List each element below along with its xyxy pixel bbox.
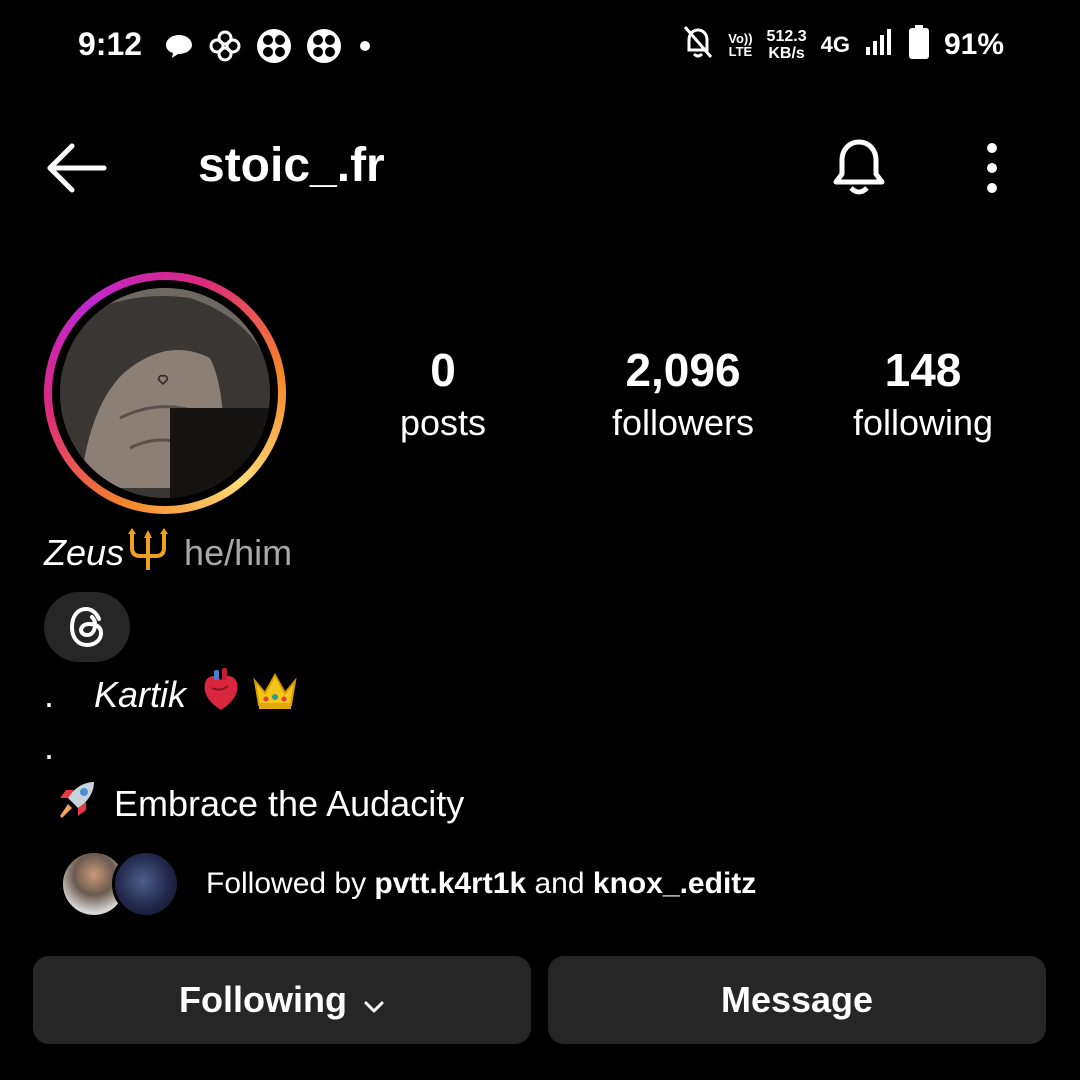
net-speed-unit: KB/s [768, 44, 805, 62]
trident-icon [126, 528, 170, 577]
clover-icon [256, 28, 292, 69]
bio-name-row: Zeus he/him [44, 528, 292, 577]
followed-by-row[interactable]: Followed by pvtt.k4rt1k and knox_.editz [60, 850, 756, 918]
mutual-avatars [60, 850, 180, 918]
following-count: 148 [884, 344, 962, 396]
mutual-user-1: pvtt.k4rt1k [374, 867, 527, 900]
bio-dot: . [44, 673, 55, 715]
bio-dot-line: . [44, 726, 55, 767]
following-stat[interactable]: 148 following [823, 342, 1023, 448]
followed-by-conj: and [526, 867, 593, 900]
flower-icon [208, 29, 242, 68]
threads-icon [69, 606, 104, 648]
profile-header: stoic_.fr [0, 120, 1080, 216]
back-arrow-icon [47, 143, 107, 193]
avatar-border [52, 280, 278, 506]
back-button[interactable] [44, 138, 110, 198]
battery-percent: 91% [943, 27, 1004, 61]
followers-label: followers [611, 402, 755, 443]
chevron-down-icon [363, 981, 385, 1023]
bell-off-icon [682, 24, 714, 65]
posts-stat[interactable]: 0 posts [343, 342, 543, 448]
signal-icon [864, 27, 894, 62]
crown-icon [252, 669, 298, 720]
status-left-icons [164, 28, 374, 69]
avatar-photo [60, 288, 270, 498]
display-name: Zeus [44, 531, 125, 573]
status-time: 9:12 [78, 26, 143, 62]
anatomical-heart-icon [200, 668, 242, 721]
notifications-button[interactable] [828, 134, 890, 200]
following-button[interactable]: Following [33, 956, 531, 1044]
volte-top: Vo)) [728, 30, 753, 46]
message-button-label: Message [720, 979, 874, 1020]
chat-bubble-icon [164, 31, 194, 66]
more-vertical-icon [987, 143, 997, 193]
notification-dot-icon [356, 37, 374, 60]
bio-line-3: Embrace the Audacity [54, 776, 464, 831]
volte-indicator: Vo)) LTE [728, 32, 752, 58]
threads-link-button[interactable] [44, 592, 130, 662]
posts-label: posts [399, 402, 487, 443]
rocket-icon [54, 776, 100, 831]
profile-username: stoic_.fr [198, 139, 385, 192]
followed-by-prefix: Followed by [206, 867, 375, 900]
mutual-user-2: knox_.editz [592, 867, 757, 900]
network-type: 4G [820, 31, 850, 57]
bio-tagline: Embrace the Audacity [114, 782, 465, 824]
bio-line-1: . Kartik [44, 668, 298, 721]
more-options-button[interactable] [972, 138, 1012, 198]
volte-bottom: LTE [728, 43, 753, 59]
profile-avatar[interactable] [44, 272, 286, 514]
bio-kartik: Kartik [94, 673, 187, 715]
pronouns: he/him [184, 531, 293, 573]
followed-by-text: Followed by pvtt.k4rt1k and knox_.editz [206, 867, 756, 901]
message-button[interactable]: Message [548, 956, 1046, 1044]
following-button-label: Following [179, 979, 347, 1020]
status-right: Vo)) LTE 512.3 KB/s 4G 91% [682, 24, 1004, 65]
battery-icon [908, 24, 930, 65]
net-speed-value: 512.3 [766, 27, 807, 45]
net-speed: 512.3 KB/s [767, 28, 807, 62]
clover-icon [306, 28, 342, 69]
following-label: following [852, 402, 994, 443]
avatar [112, 850, 180, 918]
followers-count: 2,096 [625, 344, 741, 396]
status-bar: 9:12 Vo)) LTE 512.3 KB/s 4G 91% [0, 0, 1080, 92]
followers-stat[interactable]: 2,096 followers [583, 342, 783, 448]
bell-icon [833, 139, 885, 195]
posts-count: 0 [430, 344, 456, 396]
